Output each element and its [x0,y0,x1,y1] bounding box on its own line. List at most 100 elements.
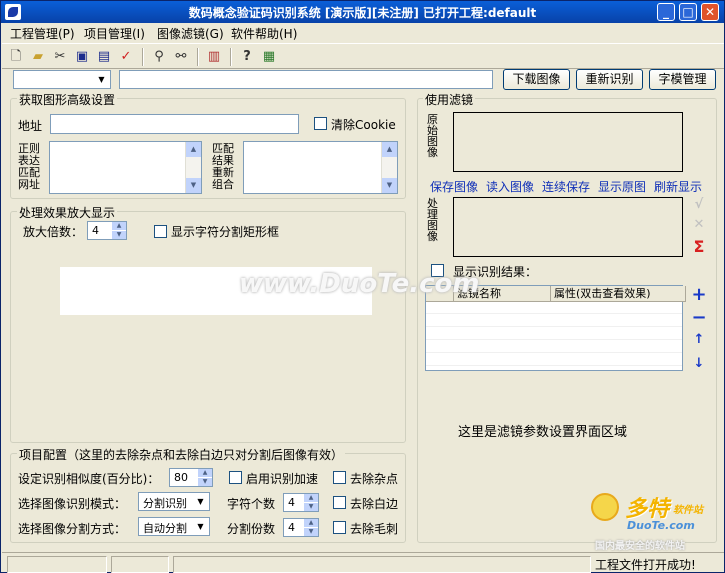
refresh-display-link[interactable]: 刷新显示 [654,178,702,195]
remove-border-label: 去除白边 [350,497,399,511]
url-history-combo[interactable]: ▼ [13,70,111,89]
cancel-x-icon[interactable]: ✕ [691,217,707,232]
reidentify-button[interactable]: 重新识别 [576,69,643,90]
menu-project-management[interactable]: 工程管理(P) [10,25,75,42]
spin-up-icon[interactable]: ▲ [304,519,318,527]
recognition-mode-select[interactable]: 分割识别 ▼ [138,492,210,511]
accelerate-label: 启用识别加速 [246,472,319,486]
corner-watermark: 多特 软件站 DuoTe.com 国内最安全的软件站 [589,489,724,552]
table-row[interactable] [426,302,682,314]
show-original-link[interactable]: 显示原图 [598,178,646,195]
menu-image-filter[interactable]: 图像滤镜(G) [157,25,224,42]
save-image-link[interactable]: 保存图像 [430,178,478,195]
move-down-icon[interactable]: ↓ [691,356,707,371]
advanced-settings-title: 获取图形高级设置 [17,91,118,108]
help-cursor-icon[interactable]: ? [238,48,256,66]
cut-icon[interactable]: ✂ [51,48,69,66]
scroll-up-icon[interactable]: ▲ [382,142,397,157]
remove-border-checkbox[interactable] [333,496,346,509]
chevron-down-icon[interactable]: ▼ [193,519,208,534]
toolbar-separator [142,48,144,66]
show-rect-checkbox[interactable] [154,225,167,238]
spin-down-icon[interactable]: ▼ [304,503,318,511]
status-pane [7,556,107,573]
chevron-down-icon[interactable]: ▼ [94,72,109,87]
similarity-stepper[interactable]: 80 ▲ ▼ [169,468,213,487]
spin-down-icon[interactable]: ▼ [304,528,318,536]
apply-check-icon[interactable]: √ [691,197,707,212]
scroll-down-icon[interactable]: ▼ [186,178,201,193]
split-count-label: 分割份数 [227,522,276,536]
minimize-button[interactable]: _ [657,3,675,21]
spin-down-icon[interactable]: ▼ [112,231,126,239]
table-row[interactable] [426,341,682,353]
open-folder-icon[interactable]: ▰ [29,48,47,66]
toolbar: 🗋 ▰ ✂ ▣ ▤ ✓ ⚲ ⚯ ▥ ? ▦ [2,43,724,69]
accelerate-checkbox[interactable] [229,471,242,484]
corner-watermark-domain: DuoTe.com [627,519,695,532]
remove-minus-icon[interactable]: − [691,307,707,328]
url-input[interactable] [119,70,493,89]
zoom-stepper[interactable]: 4 ▲ ▼ [87,221,127,240]
char-count-stepper[interactable]: 4 ▲ ▼ [283,493,319,512]
remove-burr-checkbox[interactable] [333,521,346,534]
spin-up-icon[interactable]: ▲ [198,469,212,477]
table-row[interactable] [426,354,682,366]
remove-noise-checkbox[interactable] [333,471,346,484]
spin-down-icon[interactable]: ▼ [198,478,212,486]
split-method-select[interactable]: 自动分割 ▼ [138,517,210,536]
status-bar: 工程文件打开成功! [2,552,724,573]
split-count-stepper[interactable]: 4 ▲ ▼ [283,518,319,537]
about-icon[interactable]: ▦ [260,48,278,66]
grid-header-property[interactable]: 属性(双击查看效果) [551,286,686,302]
zoom-label: 放大倍数： [23,225,84,239]
binoculars-icon[interactable]: ⚲ [150,48,168,66]
find-replace-icon[interactable]: ⚯ [172,48,190,66]
download-image-button[interactable]: 下载图像 [503,69,570,90]
center-watermark: www.DuoTe.com [239,269,480,299]
move-up-icon[interactable]: ↑ [691,332,707,347]
table-row[interactable] [426,328,682,340]
clear-cookie-label: 清除Cookie [331,118,396,132]
chart-icon[interactable]: ▥ [205,48,223,66]
maximize-button[interactable]: □ [679,3,697,21]
clear-cookie-checkbox[interactable] [314,117,327,130]
new-file-icon[interactable]: 🗋 [7,48,25,66]
scroll-up-icon[interactable]: ▲ [186,142,201,157]
scrollbar[interactable]: ▲ ▼ [185,142,201,193]
add-plus-icon[interactable]: + [691,284,707,305]
charset-manage-button[interactable]: 字模管理 [649,69,716,90]
spin-up-icon[interactable]: ▲ [112,222,126,230]
scroll-down-icon[interactable]: ▼ [382,178,397,193]
menu-help[interactable]: 软件帮助(H) [231,25,297,42]
processed-image-label: 处理图像 [427,197,438,243]
status-pane [111,556,169,573]
original-image-box [453,112,683,172]
close-button[interactable]: ✕ [701,3,719,21]
char-count-label: 字符个数 [227,497,276,511]
title-bar[interactable]: 数码概念验证码识别系统 [演示版][未注册] 已打开工程:default _ □… [1,1,724,23]
address-input[interactable] [50,114,299,134]
split-method-label: 选择图像分割方式： [18,522,127,536]
remove-burr-label: 去除毛刺 [350,522,399,536]
save-icon[interactable]: ▣ [73,48,91,66]
table-row[interactable] [426,315,682,327]
menu-item-management[interactable]: 项目管理(I) [84,25,145,42]
scrollbar[interactable]: ▲ ▼ [381,142,397,193]
original-image-label: 原始图像 [427,113,438,159]
toolbar-separator [197,48,199,66]
spin-up-icon[interactable]: ▲ [304,494,318,502]
load-image-link[interactable]: 读入图像 [486,178,534,195]
save-as-icon[interactable]: ▤ [95,48,113,66]
zoom-display-group [10,211,406,443]
regex-url-label: 正则表达匹配网址 [18,142,40,191]
sigma-icon[interactable]: Σ [691,237,707,256]
menu-bar: 工程管理(P) 项目管理(I) 图像滤镜(G) 软件帮助(H) [2,23,724,42]
project-config-title: 项目配置（这里的去除杂点和去除白边只对分割后图像有效） [17,446,346,463]
check-icon[interactable]: ✓ [117,48,135,66]
continuous-save-link[interactable]: 连续保存 [542,178,590,195]
regex-url-textarea[interactable]: ▲ ▼ [49,141,202,194]
chevron-down-icon[interactable]: ▼ [193,494,208,509]
status-pane [173,556,591,573]
match-regroup-textarea[interactable]: ▲ ▼ [243,141,398,194]
